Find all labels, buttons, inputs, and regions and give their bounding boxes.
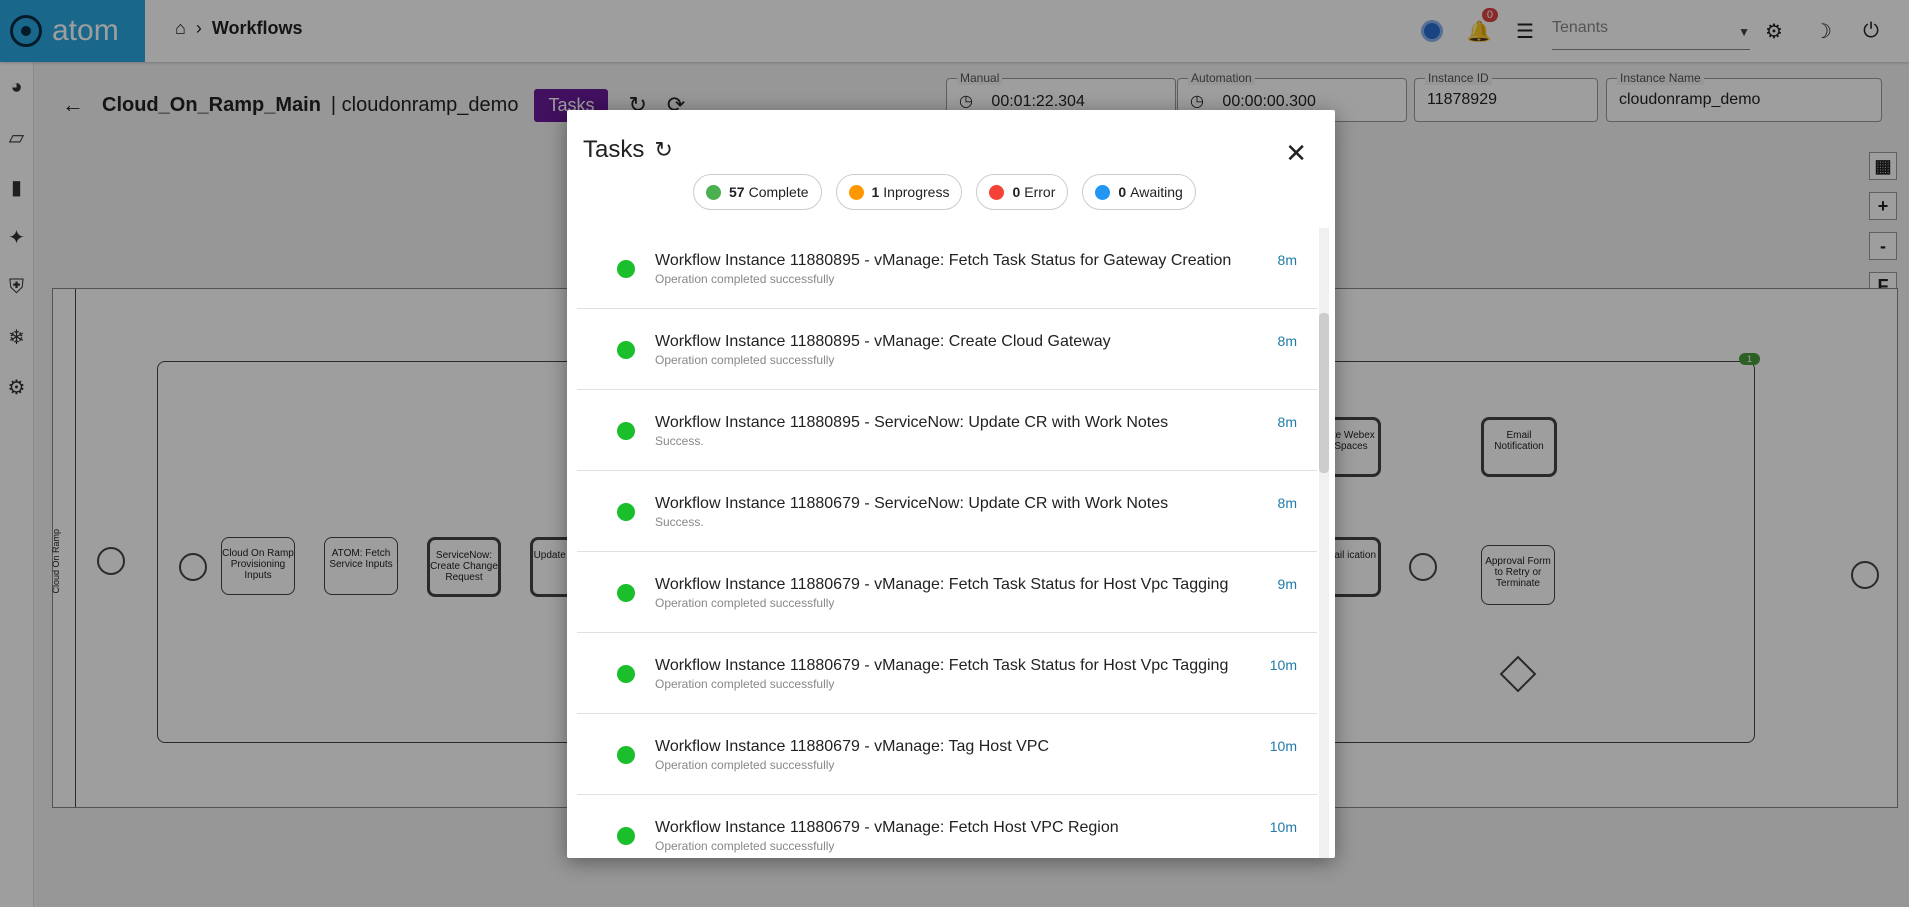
task-title: Workflow Instance 11880679 - vManage: Fe… [655, 657, 1229, 674]
task-status: Operation completed successfully [655, 596, 835, 610]
task-title: Workflow Instance 11880895 - ServiceNow:… [655, 414, 1169, 431]
task-row[interactable]: Workflow Instance 11880895 - ServiceNow:… [577, 390, 1317, 471]
status-success-icon [617, 503, 635, 521]
task-status: Success. [655, 434, 704, 448]
chip-label: Complete [748, 184, 809, 200]
status-dot-icon [848, 184, 864, 200]
task-status: Operation completed successfully [655, 677, 835, 691]
status-success-icon [617, 827, 635, 845]
status-success-icon [617, 422, 635, 440]
status-chips: 57 Complete 1 Inprogress 0 Error 0 Await… [693, 174, 1210, 210]
task-title: Workflow Instance 11880679 - ServiceNow:… [655, 495, 1169, 512]
task-status: Operation completed successfully [655, 353, 835, 367]
status-success-icon [617, 584, 635, 602]
refresh-icon[interactable]: ↻ [654, 137, 672, 163]
task-time: 8m [1277, 495, 1297, 511]
dialog-title: Tasks ↻ [583, 136, 673, 164]
close-icon[interactable]: ✕ [1285, 138, 1307, 169]
task-list[interactable]: Workflow Instance 11880895 - vManage: Fe… [577, 228, 1317, 858]
chip-count: 0 [1118, 184, 1127, 200]
task-title: Workflow Instance 11880679 - vManage: Fe… [655, 576, 1229, 593]
task-time: 8m [1277, 252, 1297, 268]
task-status: Success. [655, 515, 704, 529]
task-row[interactable]: Workflow Instance 11880679 - vManage: Ta… [577, 714, 1317, 795]
dialog-title-text: Tasks [583, 136, 645, 163]
status-success-icon [617, 341, 635, 359]
task-time: 8m [1277, 333, 1297, 349]
task-row[interactable]: Workflow Instance 11880895 - vManage: Cr… [577, 309, 1317, 390]
chip-label: Awaiting [1130, 184, 1183, 200]
chip-inprogress[interactable]: 1 Inprogress [835, 174, 963, 210]
chip-complete[interactable]: 57 Complete [693, 174, 822, 210]
task-time: 8m [1277, 414, 1297, 430]
task-row[interactable]: Workflow Instance 11880679 - vManage: Fe… [577, 552, 1317, 633]
task-status: Operation completed successfully [655, 758, 835, 772]
chip-label: Inprogress [883, 184, 950, 200]
chip-awaiting[interactable]: 0 Awaiting [1082, 174, 1196, 210]
task-row[interactable]: Workflow Instance 11880679 - vManage: Fe… [577, 633, 1317, 714]
status-dot-icon [1095, 184, 1111, 200]
status-success-icon [617, 746, 635, 764]
status-success-icon [617, 260, 635, 278]
task-title: Workflow Instance 11880895 - vManage: Fe… [655, 252, 1232, 269]
task-time: 9m [1277, 576, 1297, 592]
scrollbar-thumb[interactable] [1319, 313, 1329, 473]
task-row[interactable]: Workflow Instance 11880895 - vManage: Fe… [577, 228, 1317, 309]
task-list-scrollbar[interactable] [1319, 228, 1329, 858]
status-dot-icon [989, 184, 1005, 200]
task-status: Operation completed successfully [655, 272, 835, 286]
task-title: Workflow Instance 11880895 - vManage: Cr… [655, 333, 1111, 350]
chip-count: 57 [729, 184, 745, 200]
task-row[interactable]: Workflow Instance 11880679 - ServiceNow:… [577, 471, 1317, 552]
task-time: 10m [1269, 819, 1297, 835]
chip-label: Error [1024, 184, 1056, 200]
task-title: Workflow Instance 11880679 - vManage: Ta… [655, 738, 1049, 755]
chip-count: 0 [1012, 184, 1021, 200]
status-dot-icon [706, 184, 721, 200]
chip-count: 1 [871, 184, 880, 200]
task-time: 10m [1269, 657, 1297, 673]
status-success-icon [617, 665, 635, 683]
task-row[interactable]: Workflow Instance 11880679 - vManage: Fe… [577, 795, 1317, 858]
tasks-dialog: Tasks ↻ ✕ 57 Complete 1 Inprogress 0 Err… [567, 110, 1335, 858]
task-title: Workflow Instance 11880679 - vManage: Fe… [655, 819, 1119, 836]
task-time: 10m [1269, 738, 1297, 754]
chip-error[interactable]: 0 Error [976, 174, 1069, 210]
task-status: Operation completed successfully [655, 839, 835, 853]
